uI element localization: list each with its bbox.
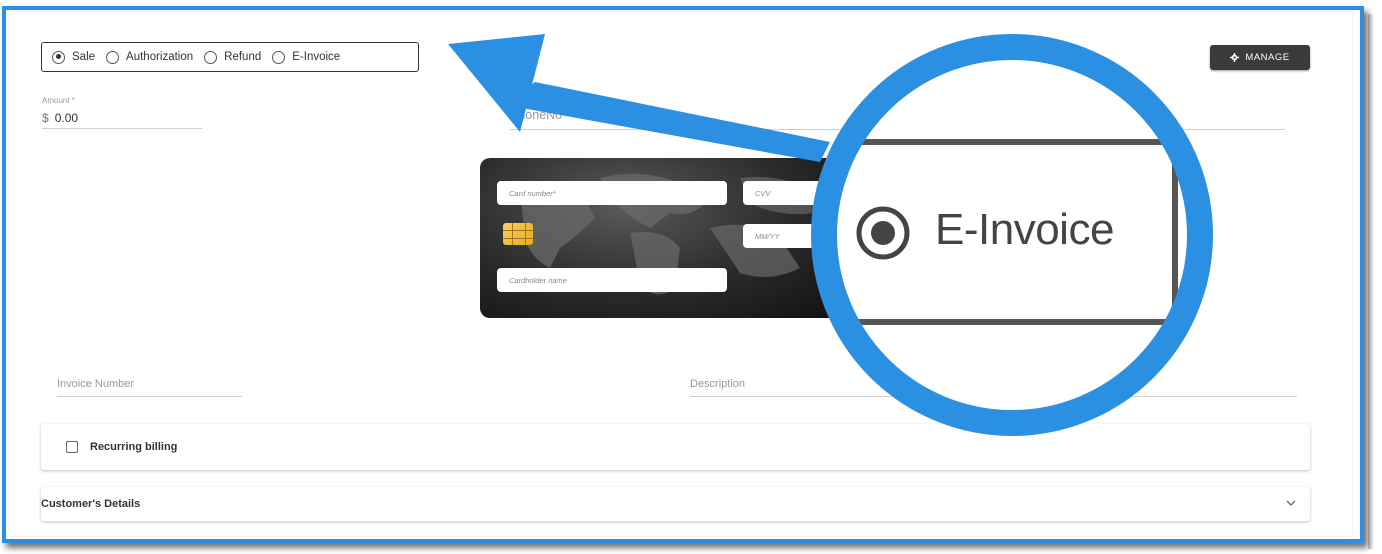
amount-field[interactable]: $0.00 <box>42 111 78 125</box>
description-input[interactable]: Description <box>690 378 745 390</box>
radio-sale-indicator[interactable] <box>52 50 65 64</box>
phone-underline <box>510 129 1285 130</box>
card-chip-icon <box>503 223 533 245</box>
gear-icon <box>1230 53 1240 62</box>
amount-underline <box>42 128 202 129</box>
chevron-down-icon <box>1286 498 1296 510</box>
radio-sale-label: Sale <box>72 51 96 63</box>
customer-details-accordion[interactable]: Customer's Details <box>41 487 1310 521</box>
credit-card: Card number* CVV MM/YY Cardholder name <box>480 158 840 318</box>
phone-input[interactable]: PhoneNo <box>510 108 562 122</box>
description-underline <box>690 396 1297 397</box>
radio-sale[interactable]: Sale <box>52 50 96 64</box>
recurring-billing-label: Recurring billing <box>90 441 178 453</box>
invoice-number-underline <box>57 396 242 397</box>
currency-symbol: $ <box>42 111 49 125</box>
zoom-e-invoice-label: E-Invoice <box>935 205 1114 254</box>
card-number-input[interactable]: Card number* <box>497 181 727 205</box>
radio-e-invoice[interactable]: E-Invoice <box>272 50 341 64</box>
radio-authorization[interactable]: Authorization <box>106 50 194 64</box>
recurring-billing-checkbox[interactable] <box>66 441 78 453</box>
transaction-type-group: Sale Authorization Refund E-Invoice <box>41 42 419 72</box>
radio-authorization-indicator[interactable] <box>106 50 120 64</box>
radio-authorization-label: Authorization <box>126 51 194 63</box>
amount-label: Amount * <box>42 96 75 105</box>
amount-value: 0.00 <box>54 111 79 125</box>
manage-button-label: MANAGE <box>1245 52 1290 63</box>
frame-shadow <box>1368 14 1374 549</box>
radio-refund[interactable]: Refund <box>204 50 262 64</box>
radio-e-invoice-indicator[interactable] <box>272 50 286 64</box>
radio-refund-indicator[interactable] <box>204 50 218 64</box>
radio-refund-label: Refund <box>224 51 262 63</box>
recurring-billing-panel[interactable]: Recurring billing <box>41 424 1310 470</box>
cvv-input[interactable]: CVV <box>743 181 833 205</box>
customer-details-label: Customer's Details <box>41 498 141 510</box>
invoice-number-input[interactable]: Invoice Number <box>57 378 134 390</box>
cardholder-name-input[interactable]: Cardholder name <box>497 268 727 292</box>
manage-button[interactable]: MANAGE <box>1210 45 1310 70</box>
expiry-input[interactable]: MM/YY <box>743 224 833 248</box>
radio-e-invoice-label: E-Invoice <box>292 51 341 63</box>
